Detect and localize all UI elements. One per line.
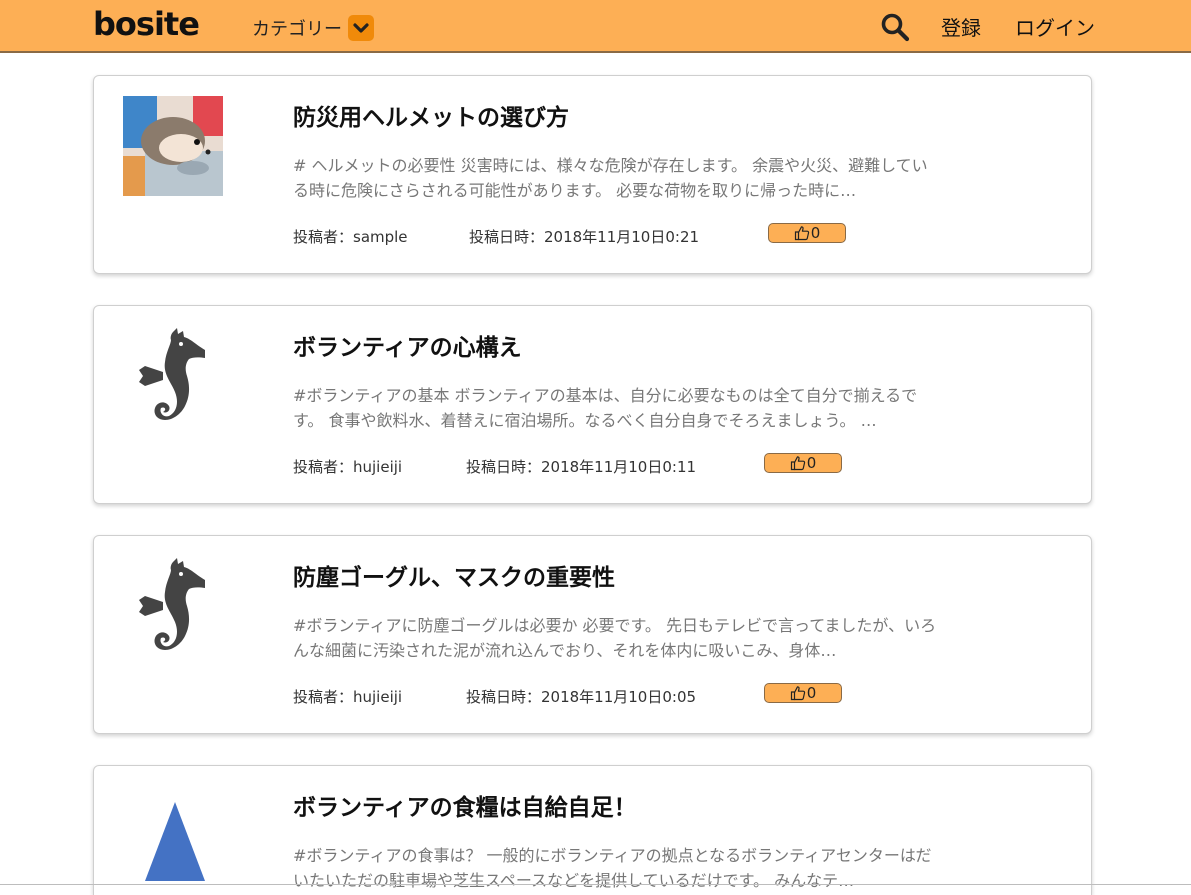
post-thumbnail bbox=[123, 326, 223, 426]
post-date: 投稿日時：2018年11月10日0:11 bbox=[466, 458, 697, 476]
category-dropdown[interactable]: カテゴリー bbox=[252, 14, 374, 42]
post-date: 投稿日時：2018年11月10日0:21 bbox=[469, 228, 700, 246]
post-excerpt: #ボランティアに防塵ゴーグルは必要か 必要です。 先日もテレビで言ってましたが、… bbox=[293, 616, 937, 660]
like-count: 0 bbox=[810, 224, 821, 242]
post-excerpt: #ボランティアの食事は？ 一般的にボランティアの拠点となるボランティアセンターは… bbox=[293, 846, 932, 890]
site-header: bosite カテゴリー 登録 ログイン bbox=[0, 0, 1191, 53]
post-title[interactable]: ボランティアの心構え bbox=[293, 328, 522, 362]
like-button[interactable]: 0 bbox=[768, 223, 846, 243]
post-card[interactable]: ボランティアの心構え #ボランティアの基本 ボランティアの基本は、自分に必要なも… bbox=[93, 305, 1092, 504]
thumbs-up-icon bbox=[790, 686, 805, 701]
category-label: カテゴリー bbox=[252, 19, 342, 40]
thumbs-up-icon bbox=[794, 226, 809, 241]
post-date: 投稿日時：2018年11月10日0:05 bbox=[466, 688, 697, 706]
like-count: 0 bbox=[806, 454, 817, 472]
post-title[interactable]: 防塵ゴーグル、マスクの重要性 bbox=[293, 558, 615, 592]
post-thumbnail bbox=[123, 96, 223, 196]
post-author: 投稿者：hujieiji bbox=[293, 688, 403, 706]
hedgehog-photo-icon bbox=[123, 96, 223, 196]
post-author: 投稿者：hujieiji bbox=[293, 458, 403, 476]
seahorse-icon bbox=[139, 328, 205, 420]
post-card[interactable]: 防塵ゴーグル、マスクの重要性 #ボランティアに防塵ゴーグルは必要か 必要です。 … bbox=[93, 535, 1092, 734]
post-title[interactable]: ボランティアの食糧は自給自足！ bbox=[293, 788, 637, 822]
like-count: 0 bbox=[806, 684, 817, 702]
search-icon[interactable] bbox=[880, 12, 910, 42]
post-card[interactable]: 防災用ヘルメットの選び方 # ヘルメットの必要性 災害時には、様々な危険が存在し… bbox=[93, 75, 1092, 274]
seahorse-icon bbox=[139, 558, 205, 650]
post-card[interactable]: ボランティアの食糧は自給自足！ #ボランティアの食事は？ 一般的にボランティアの… bbox=[93, 765, 1092, 895]
post-thumbnail bbox=[123, 786, 223, 886]
site-logo[interactable]: bosite bbox=[93, 5, 200, 43]
post-excerpt: #ボランティアの基本 ボランティアの基本は、自分に必要なものは全て自分で揃えるで… bbox=[293, 386, 918, 430]
chevron-down-icon bbox=[348, 15, 374, 41]
post-thumbnail bbox=[123, 556, 223, 656]
register-link[interactable]: 登録 bbox=[941, 12, 981, 41]
like-button[interactable]: 0 bbox=[764, 683, 842, 703]
post-title[interactable]: 防災用ヘルメットの選び方 bbox=[293, 98, 569, 132]
blue-triangle-icon bbox=[145, 802, 205, 881]
post-author: 投稿者：sample bbox=[293, 228, 408, 246]
like-button[interactable]: 0 bbox=[764, 453, 842, 473]
post-excerpt: # ヘルメットの必要性 災害時には、様々な危険が存在します。 余震や火災、避難し… bbox=[293, 156, 928, 200]
login-link[interactable]: ログイン bbox=[1015, 12, 1095, 41]
thumbs-up-icon bbox=[790, 456, 805, 471]
